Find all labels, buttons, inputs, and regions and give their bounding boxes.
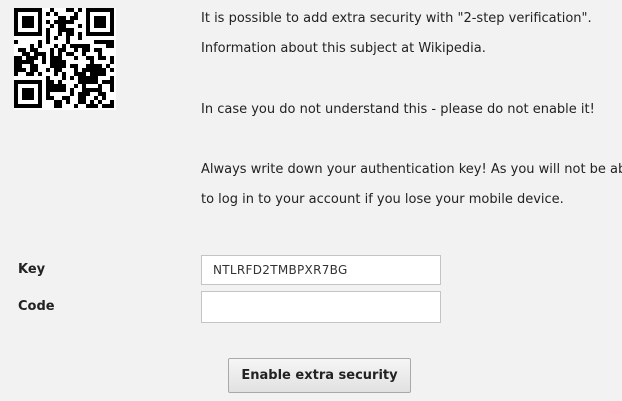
key-label: Key xyxy=(18,262,46,277)
enable-extra-security-button[interactable]: Enable extra security xyxy=(228,358,411,393)
reminder-line-1: Always write down your authentication ke… xyxy=(201,162,622,177)
intro-text: It is possible to add extra security wit… xyxy=(201,11,592,26)
key-field[interactable]: NTLRFD2TMBPXR7BG xyxy=(201,255,441,285)
code-input[interactable] xyxy=(201,291,441,323)
reminder: Always write down your authentication ke… xyxy=(201,155,622,215)
reminder-line-2: to log in to your account if you lose yo… xyxy=(201,192,564,207)
wikipedia-info-text: Information about this subject at Wikipe… xyxy=(201,41,486,56)
code-label: Code xyxy=(18,299,55,314)
security-intro: It is possible to add extra security wit… xyxy=(201,4,592,64)
qr-code-icon xyxy=(14,8,116,110)
warning-text: In case you do not understand this - ple… xyxy=(201,102,595,117)
